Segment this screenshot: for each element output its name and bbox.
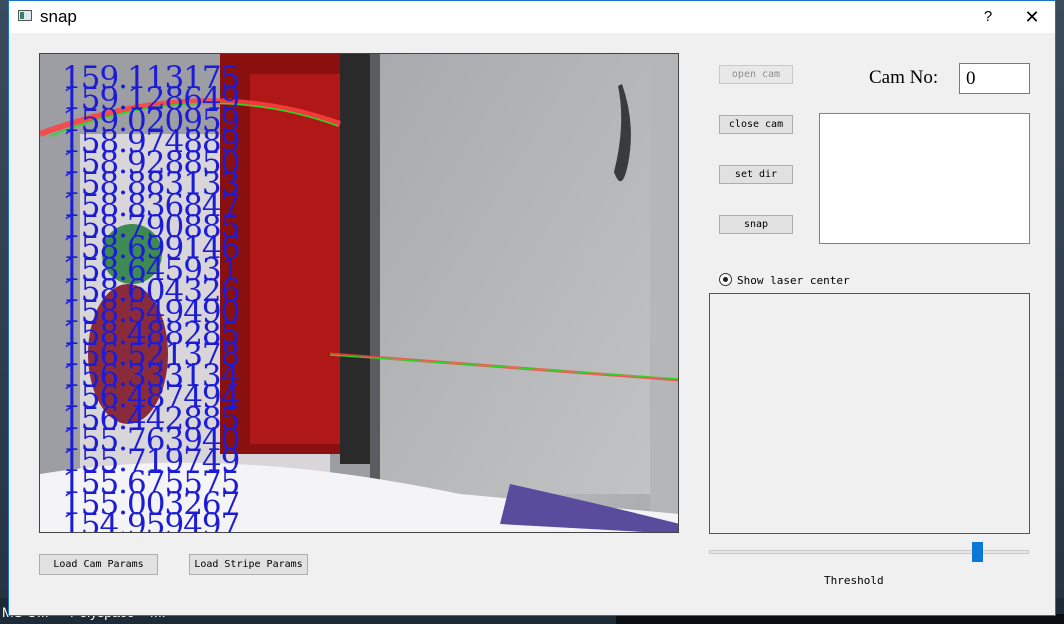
laser-center-readings: 159.113175 159.128649 159.020959 158.974889… (62, 62, 292, 532)
load-stripe-params-button[interactable]: Load Stripe Params (189, 554, 308, 575)
cam-no-input[interactable] (959, 63, 1030, 94)
threshold-label: Threshold (824, 574, 884, 587)
snap-button[interactable]: snap (719, 215, 793, 234)
threshold-slider[interactable] (709, 541, 1029, 563)
open-cam-button[interactable]: open cam (719, 65, 793, 84)
load-cam-params-button[interactable]: Load Cam Params (39, 554, 158, 575)
info-panel (819, 113, 1030, 244)
cam-no-label: Cam No: (869, 67, 939, 88)
show-laser-center-label: Show laser center (737, 274, 850, 287)
radio-selected-dot (723, 277, 728, 282)
window-title: snap (40, 7, 77, 26)
title-bar[interactable]: snap ? ✕ (9, 1, 1055, 33)
snap-window: snap ? ✕ 159.113175 159.128649 159.02095… (8, 0, 1056, 616)
help-button[interactable]: ? (973, 5, 1003, 29)
laser-preview-panel (709, 293, 1030, 534)
slider-handle[interactable] (972, 542, 983, 562)
set-dir-button[interactable]: set dir (719, 165, 793, 184)
close-cam-button[interactable]: close cam (719, 115, 793, 134)
radio-icon[interactable] (719, 273, 732, 286)
close-icon[interactable]: ✕ (1017, 5, 1047, 29)
camera-view: 159.113175 159.128649 159.020959 158.974889… (39, 53, 679, 533)
app-window-icon (18, 10, 32, 21)
